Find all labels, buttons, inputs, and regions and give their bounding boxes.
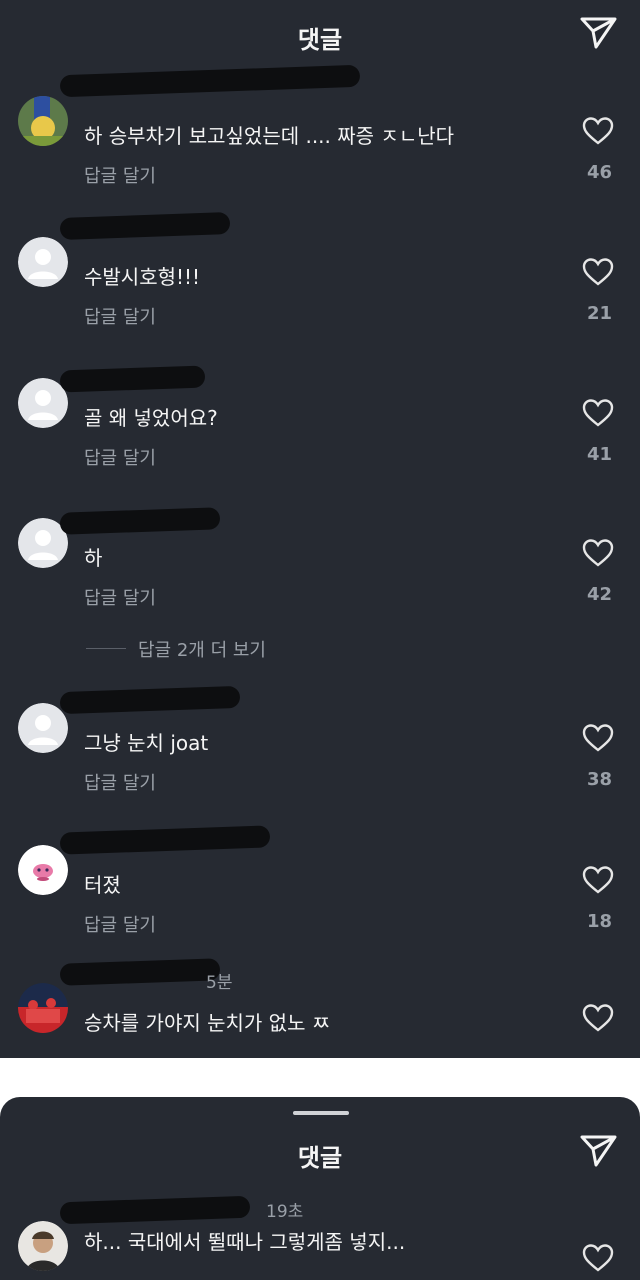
comment-item: 골 왜 넣었어요? 답글 달기 41 <box>0 365 640 498</box>
like-count: 21 <box>586 303 612 324</box>
share-send-icon[interactable] <box>580 16 618 50</box>
like-heart-icon[interactable] <box>582 1003 614 1033</box>
reply-button[interactable]: 답글 달기 <box>84 444 156 470</box>
like-count: 46 <box>586 162 612 183</box>
divider <box>86 648 126 649</box>
default-avatar-icon[interactable] <box>18 237 68 287</box>
comment-item: 하 답글 달기 42 <box>0 507 640 638</box>
comment-text: 하... 국대에서 뛸때나 그렇게좀 넣지... <box>84 1230 406 1254</box>
reply-button[interactable]: 답글 달기 <box>84 303 156 329</box>
like-heart-icon[interactable] <box>582 398 614 428</box>
comment-text: 하 <box>84 546 103 570</box>
drag-handle[interactable] <box>293 1111 349 1115</box>
comment-text: 하 승부차기 보고싶었는데 .... 짜증 ㅈㄴ난다 <box>84 124 455 148</box>
username-redacted <box>59 64 361 98</box>
header-title: 댓글 <box>297 1144 343 1172</box>
comment-item: 그냥 눈치 joat 답글 달기 38 <box>0 685 640 823</box>
view-more-replies-label[interactable]: 답글 2개 더 보기 <box>138 636 266 662</box>
comments-sheet: 댓글 하 승부차기 보고싶었는데 .... 짜증 ㅈㄴ난다 답글 달기 46 수… <box>0 0 640 1058</box>
share-send-icon[interactable] <box>580 1134 618 1168</box>
like-heart-icon[interactable] <box>582 116 614 146</box>
comment-text: 그냥 눈치 joat <box>84 731 209 755</box>
comment-time: 5분 <box>206 973 233 993</box>
username-redacted <box>59 212 231 240</box>
comment-item: 터졌 답글 달기 18 <box>0 825 640 965</box>
comment-item: 수발시호형!!! 답글 달기 21 <box>0 212 640 357</box>
reply-button[interactable]: 답글 달기 <box>84 162 156 188</box>
default-avatar-icon[interactable] <box>18 703 68 753</box>
comment-text: 수발시호형!!! <box>84 265 201 289</box>
username-redacted <box>59 825 271 855</box>
header-title: 댓글 <box>297 26 343 54</box>
comments-sheet-2: 댓글 19초 하... 국대에서 뛸때나 그렇게좀 넣지... <box>0 1097 640 1280</box>
username-redacted <box>59 685 241 715</box>
username-redacted <box>59 1195 251 1225</box>
user-avatar[interactable] <box>18 96 68 146</box>
like-count: 42 <box>586 584 612 605</box>
username-redacted <box>59 507 221 535</box>
like-heart-icon[interactable] <box>582 257 614 287</box>
username-redacted <box>59 365 206 393</box>
like-heart-icon[interactable] <box>582 865 614 895</box>
like-heart-icon[interactable] <box>582 1243 614 1273</box>
username-redacted <box>59 958 221 986</box>
user-avatar[interactable] <box>18 1221 68 1271</box>
reply-button[interactable]: 답글 달기 <box>84 911 156 937</box>
comment-item: 하 승부차기 보고싶었는데 .... 짜증 ㅈㄴ난다 답글 달기 46 <box>0 64 640 216</box>
comment-text: 골 왜 넣었어요? <box>84 406 218 430</box>
user-avatar[interactable] <box>18 983 68 1033</box>
like-count: 38 <box>586 769 612 790</box>
like-heart-icon[interactable] <box>582 538 614 568</box>
like-count: 18 <box>586 911 612 932</box>
comment-time: 19초 <box>266 1202 304 1222</box>
user-avatar[interactable] <box>18 845 68 895</box>
comment-item: 19초 하... 국대에서 뛸때나 그렇게좀 넣지... <box>0 1195 640 1280</box>
like-count: 41 <box>586 444 612 465</box>
reply-button[interactable]: 답글 달기 <box>84 769 156 795</box>
comment-text: 승차를 가야지 눈치가 없노 ㅉ <box>84 1011 331 1035</box>
like-heart-icon[interactable] <box>582 723 614 753</box>
comment-text: 터졌 <box>84 873 121 897</box>
reply-button[interactable]: 답글 달기 <box>84 584 156 610</box>
comment-item: 5분 승차를 가야지 눈치가 없노 ㅉ <box>0 958 640 1058</box>
